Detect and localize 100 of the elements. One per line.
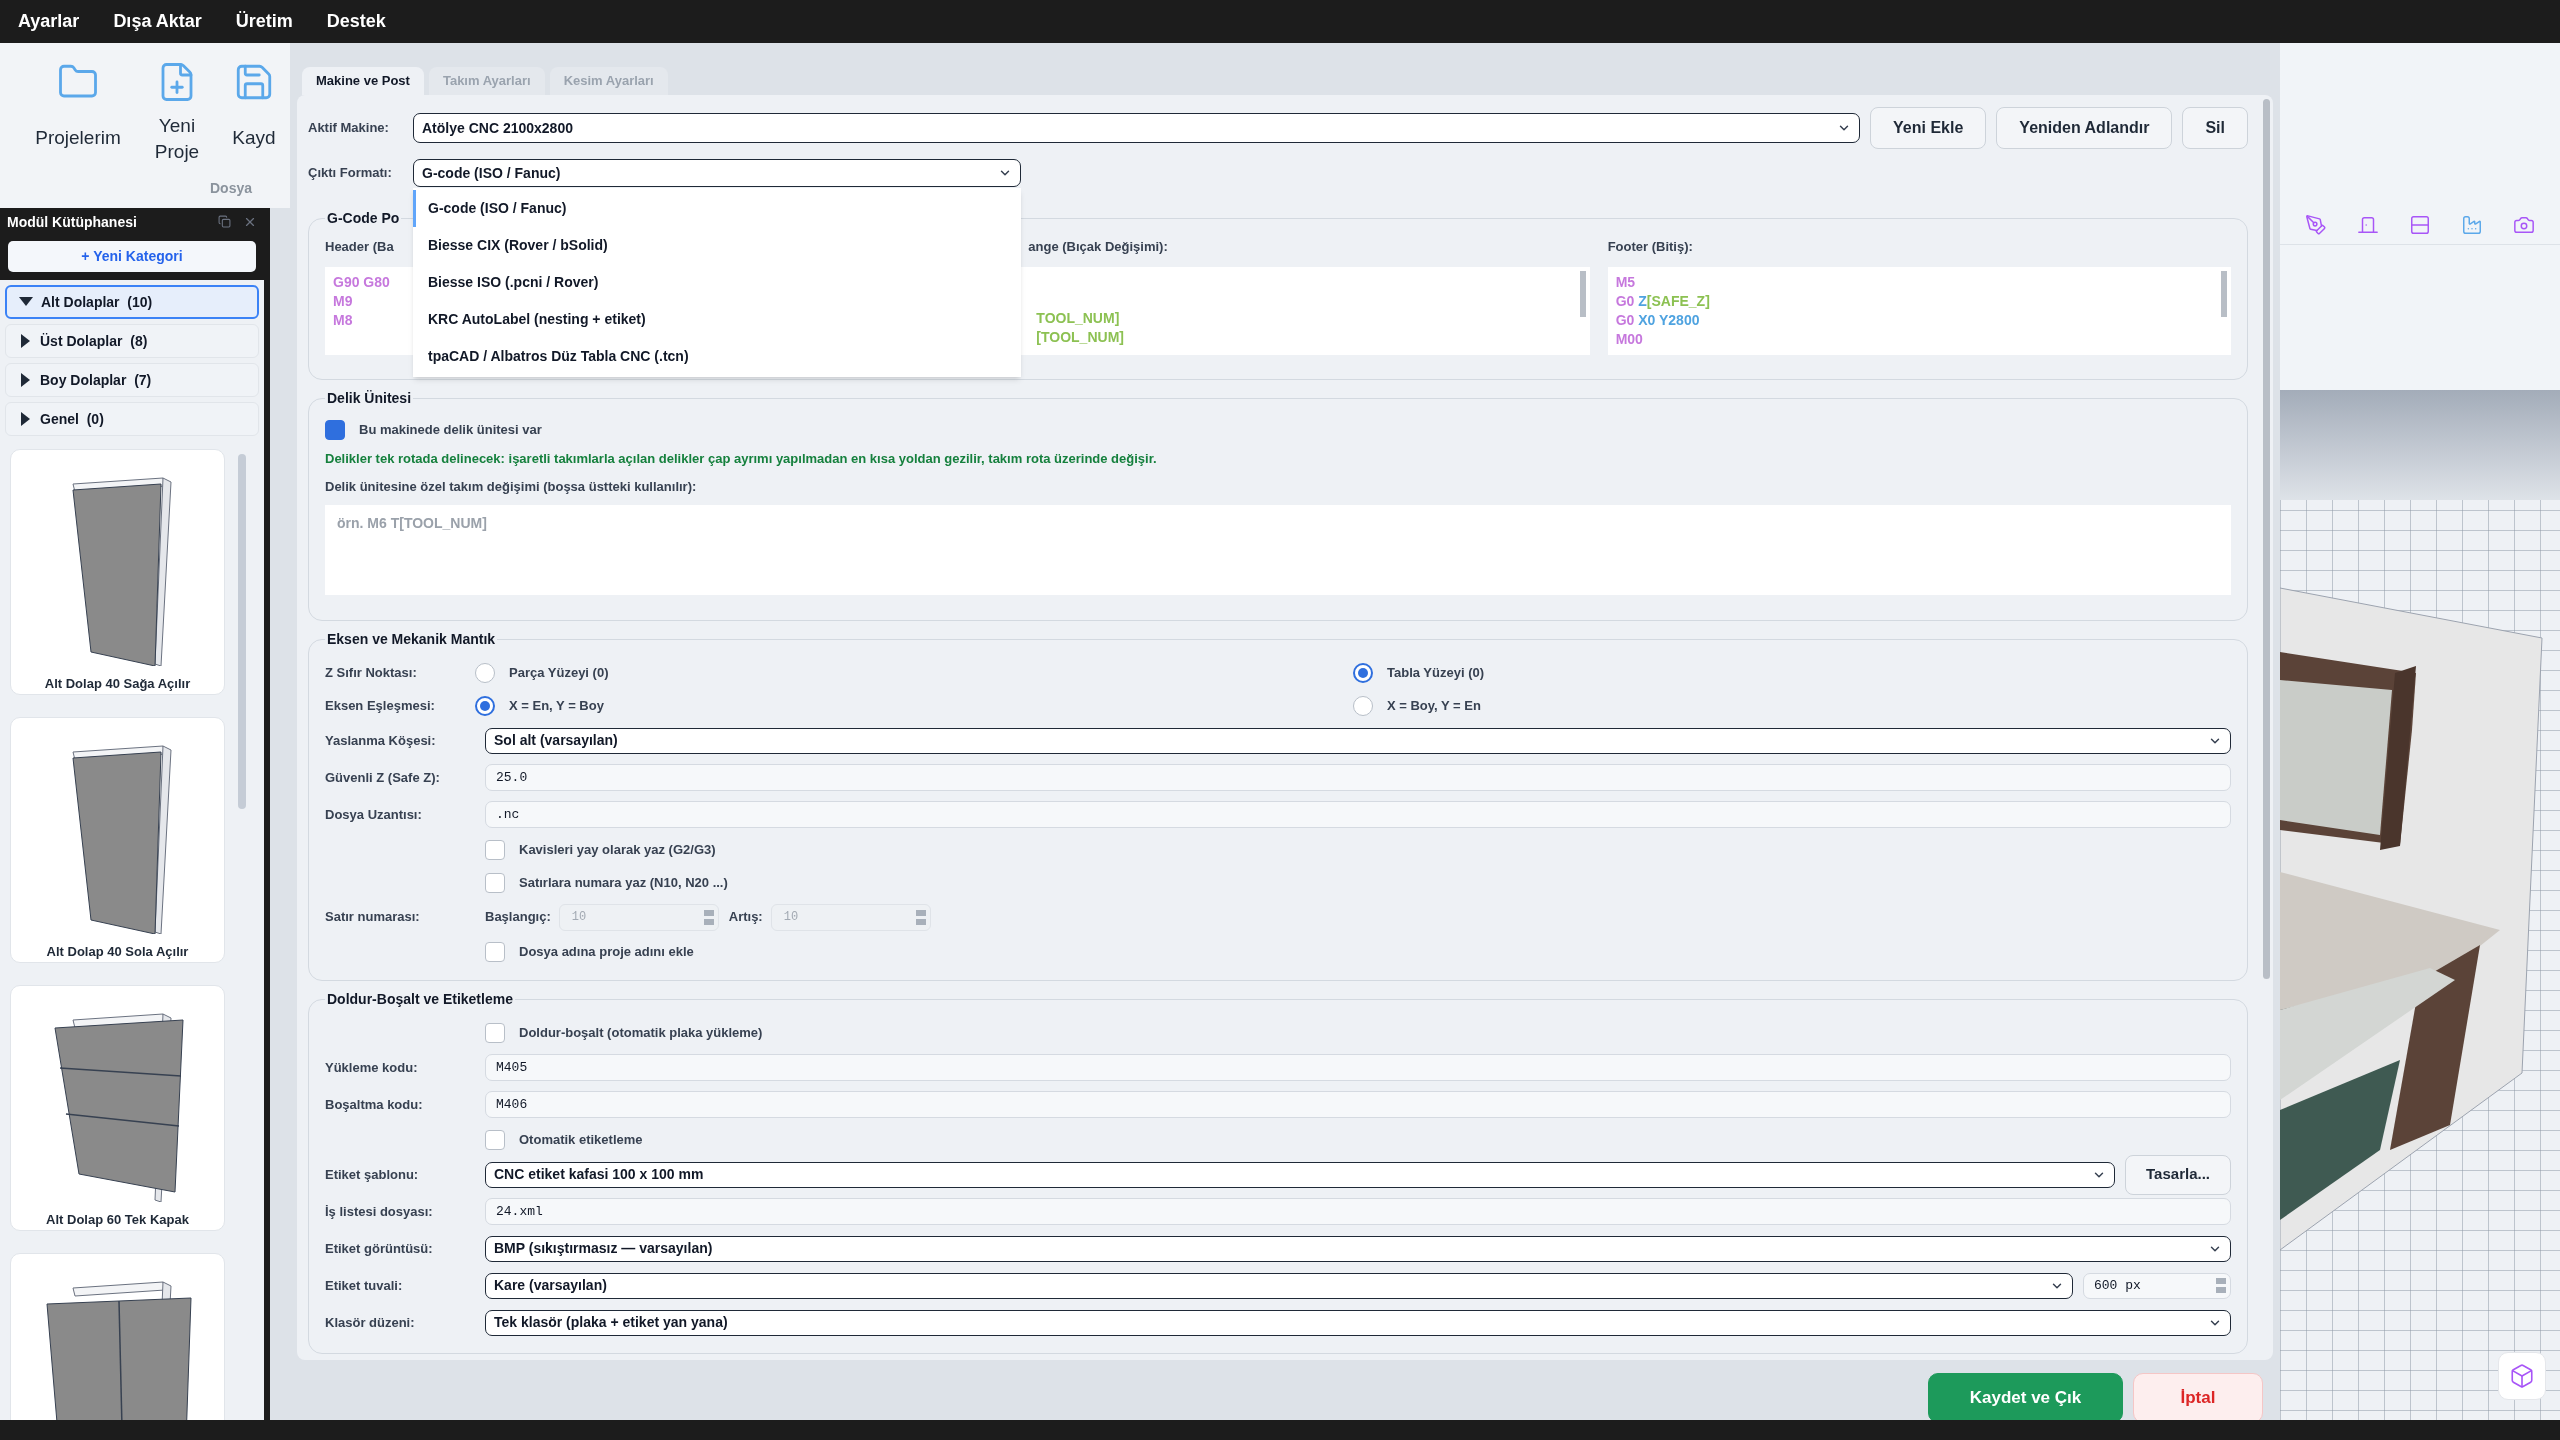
drawers-icon[interactable] <box>2409 213 2431 236</box>
field-label: Klasör düzeni: <box>325 1313 416 1332</box>
ribbon-button[interactable]: Projelerim <box>28 61 128 151</box>
save-exit-button[interactable]: Kaydet ve Çık <box>1928 1373 2123 1423</box>
caret-icon[interactable] <box>18 334 32 348</box>
code-line: TOOL_NUM] <box>1036 308 1120 328</box>
code-line: M00 <box>1615 329 1643 349</box>
category-item[interactable]: Üst Dolaplar (8) <box>5 324 259 358</box>
ribbon-button[interactable]: Yeni Proje <box>142 61 212 165</box>
module-label: Alt Dolap 40 Sağa Açılır <box>44 675 191 693</box>
caret-icon[interactable] <box>18 412 32 426</box>
radio-label: X = En, Y = Boy <box>509 696 604 715</box>
checkbox-label: Doldur-boşalt (otomatik plaka yükleme) <box>519 1023 763 1042</box>
checkbox-label: Bu makinede delik ünitesi var <box>359 421 542 440</box>
field-label: Dosya Uzantısı: <box>325 805 423 824</box>
pen-icon[interactable] <box>2305 213 2327 236</box>
new-category-button[interactable]: + Yeni Kategori <box>8 241 256 272</box>
section-title: Doldur-Boşalt ve Etiketleme <box>326 990 514 1009</box>
module-card[interactable]: Alt Dolap 60 Tek Kapak <box>10 985 225 1231</box>
checkbox[interactable] <box>485 839 505 860</box>
module-card[interactable]: Alt Dolap 40 Sola Açılır <box>10 717 225 963</box>
field-label: Delik ünitesine özel takım değişimi (boşsa üstteki kullanılır): <box>325 477 698 496</box>
field-label: Eksen Eşleşmesi: <box>325 696 436 715</box>
cancel-button[interactable]: İptal <box>2133 1373 2263 1423</box>
dropdown-option[interactable]: G-code (ISO / Fanuc) <box>413 190 1021 227</box>
field-label: İş listesi dosyası: <box>325 1202 434 1221</box>
spin-buttons[interactable] <box>2216 1278 2226 1293</box>
field-label: Etiket şablonu: <box>325 1165 420 1184</box>
select-field[interactable]: Kare (varsayılan) <box>485 1272 2073 1299</box>
menu-item[interactable]: Dışa Aktar <box>113 8 202 35</box>
text-field[interactable]: .nc <box>485 801 2231 828</box>
cube-icon <box>2509 1363 2535 1389</box>
category-item[interactable]: Genel (0) <box>5 402 259 436</box>
field-label: Çıktı Formatı: <box>308 164 393 183</box>
code-line: M5 <box>1615 272 1636 292</box>
field-label: Satır numarası: <box>325 908 421 927</box>
module-label: Alt Dolap 40 Sola Açılır <box>46 943 189 961</box>
menu-item[interactable]: Ayarlar <box>18 8 80 35</box>
checkbox[interactable] <box>485 1022 505 1043</box>
factory-icon[interactable] <box>2461 213 2483 236</box>
code-line: G0 X0 Y2800 <box>1615 310 1700 330</box>
caret-icon[interactable] <box>18 373 32 387</box>
radio-button[interactable] <box>1353 662 1373 683</box>
close-icon[interactable] <box>243 215 257 229</box>
scrollbar-thumb[interactable] <box>2221 270 2227 317</box>
dropdown-option[interactable]: Biesse CIX (Rover / bSolid) <box>413 227 1021 264</box>
select-field[interactable]: Atölye CNC 2100x2800 <box>413 113 1861 143</box>
checkbox[interactable] <box>485 941 505 962</box>
info-note: Delikler tek rotada delinecek: işaretli takımlarla açılan delikler çap ayrımı yapılmadan en kısa yoldan gezilir, takım rota üzerinde değişir. <box>325 450 1158 468</box>
field-label: Boşaltma kodu: <box>325 1095 424 1114</box>
module-card[interactable]: Alt Dolap 40 Sağa Açılır <box>10 449 225 695</box>
text-field[interactable]: 24.xml <box>485 1198 2231 1225</box>
checkbox[interactable] <box>325 420 345 440</box>
section-title: Eksen ve Mekanik Mantık <box>326 630 497 649</box>
text-field[interactable]: M405 <box>485 1054 2231 1081</box>
number-field[interactable]: 600 px <box>2083 1272 2231 1299</box>
select-field[interactable]: Tek klasör (plaka + etiket yan yana) <box>485 1309 2231 1336</box>
view-cube-button[interactable] <box>2498 1352 2546 1400</box>
field-label: Artış: <box>728 908 763 927</box>
radio-button[interactable] <box>475 662 495 683</box>
machine-button[interactable]: Yeni Ekle <box>1870 107 1987 149</box>
radio-button[interactable] <box>1353 695 1373 716</box>
scrollbar-thumb[interactable] <box>2262 99 2270 979</box>
tool-change-field[interactable]: örn. M6 T[TOOL_NUM] <box>325 505 2231 595</box>
select-field[interactable]: CNC etiket kafasi 100 x 100 mm <box>485 1161 2116 1188</box>
scrollbar-thumb[interactable] <box>238 454 246 809</box>
category-item[interactable]: Alt Dolaplar (10) <box>5 285 259 319</box>
code-line: M9 <box>333 291 353 311</box>
code-line: G90 G80 <box>333 272 390 292</box>
field-label: Başlangıç: <box>485 908 551 927</box>
checkbox-label: Otomatik etiketleme <box>519 1130 643 1149</box>
column-label: ange (Bıçak Değişimi): <box>1028 238 1168 256</box>
checkbox[interactable] <box>485 872 505 893</box>
field-label: Etiket görüntüsü: <box>325 1239 434 1258</box>
design-button[interactable]: Tasarla... <box>2125 1154 2231 1195</box>
menu-item[interactable]: Üretim <box>235 8 293 35</box>
checkbox-label: Satırlara numara yaz (N10, N20 ...) <box>519 873 728 892</box>
text-field[interactable]: 25.0 <box>485 764 2231 791</box>
section-title: Delik Ünitesi <box>326 389 413 408</box>
tab[interactable]: Makine ve Post <box>302 67 424 95</box>
category-item[interactable]: Boy Dolaplar (7) <box>5 363 259 397</box>
field-label: Etiket tuvali: <box>325 1276 404 1295</box>
select-field[interactable]: Sol alt (varsayılan) <box>485 727 2231 754</box>
code-line: M8 <box>333 310 353 330</box>
field-label: Z Sıfır Noktası: <box>325 663 418 682</box>
scrollbar-thumb[interactable] <box>1579 270 1586 317</box>
select-field[interactable]: G-code (ISO / Fanuc) <box>413 159 1021 187</box>
machine-button[interactable]: Yeniden Adlandır <box>1996 107 2173 149</box>
machine-button[interactable]: Sil <box>2182 107 2248 149</box>
menu-item[interactable]: Destek <box>326 8 386 35</box>
ribbon-button[interactable]: Kayd <box>226 61 282 151</box>
text-field[interactable]: M406 <box>485 1091 2231 1118</box>
code-line: G0 Z[SAFE_Z] <box>1615 291 1710 311</box>
radio-button[interactable] <box>475 695 495 716</box>
radio-label: Tabla Yüzeyi (0) <box>1387 663 1485 682</box>
radio-label: X = Boy, Y = En <box>1387 696 1481 715</box>
checkbox[interactable] <box>485 1129 505 1150</box>
restore-icon[interactable] <box>218 215 231 228</box>
select-field[interactable]: BMP (sıkıştırmasız — varsayılan) <box>485 1235 2231 1262</box>
panel-title: Modül Kütüphanesi <box>7 212 137 232</box>
